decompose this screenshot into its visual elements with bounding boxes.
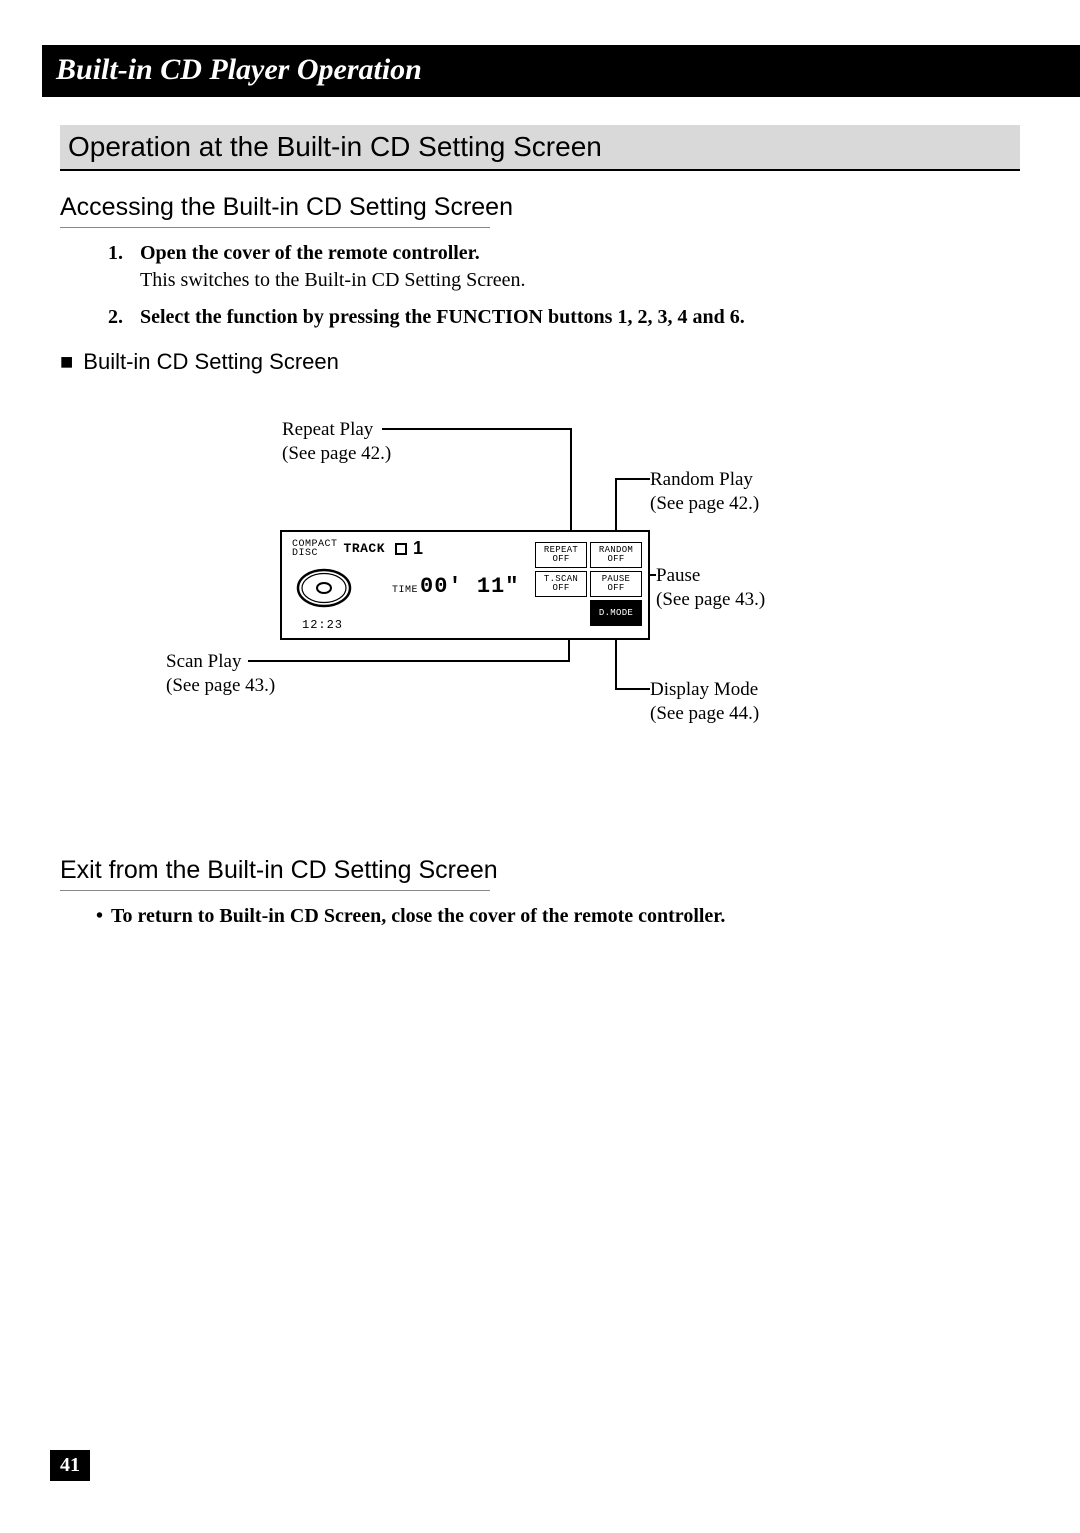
step-number: 1.: [108, 242, 136, 265]
leader-line: [382, 428, 572, 430]
lcd-compact-disc: CompactDisc: [292, 540, 338, 558]
cd-setting-diagram: Repeat Play (See page 42.) Random Play (…: [60, 400, 1020, 830]
page-number: 41: [50, 1450, 90, 1481]
lcd-top-row: CompactDisc TRACK 1: [292, 538, 424, 559]
chapter-title: Built-in CD Player Operation: [42, 45, 1080, 97]
section-title: Operation at the Built-in CD Setting Scr…: [60, 125, 1020, 171]
leader-line: [615, 478, 650, 480]
leader-line: [615, 688, 650, 690]
lcd-time: TIME 00' 11": [392, 574, 519, 599]
fx-tscan: T.SCANOFF: [535, 571, 587, 597]
leader-line: [570, 428, 572, 540]
subsection-accessing: Accessing the Built-in CD Setting Screen: [60, 193, 1020, 228]
fx-pause: PAUSEOFF: [590, 571, 642, 597]
step-1: 1. Open the cover of the remote controll…: [108, 242, 1020, 292]
lcd-track-label: TRACK: [344, 541, 386, 556]
callout-scan: Scan Play (See page 43.): [166, 650, 275, 698]
exit-bullet-text: To return to Built-in CD Screen, close t…: [111, 905, 725, 928]
fx-random: RANDOMOFF: [590, 542, 642, 568]
step-2: 2. Select the function by pressing the F…: [108, 306, 1020, 329]
screen-heading-text: Built-in CD Setting Screen: [83, 349, 339, 375]
screen-heading: ■ Built-in CD Setting Screen: [60, 349, 1020, 375]
step-desc: This switches to the Built-in CD Setting…: [140, 269, 1010, 292]
lcd-time-label: TIME: [392, 585, 418, 596]
leader-line: [248, 660, 570, 662]
square-bullet-icon: ■: [60, 351, 73, 373]
bullet-icon: •: [96, 905, 103, 928]
callout-repeat: Repeat Play (See page 42.): [282, 418, 391, 466]
lcd-track-number: 1: [413, 538, 424, 559]
step-number: 2.: [108, 306, 136, 329]
callout-display: Display Mode (See page 44.): [650, 678, 759, 726]
step-title: Open the cover of the remote controller.: [140, 242, 480, 264]
callout-random: Random Play (See page 42.): [650, 468, 759, 516]
subsection-exit: Exit from the Built-in CD Setting Screen: [60, 856, 1020, 891]
fx-repeat: REPEATOFF: [535, 542, 587, 568]
exit-bullet: • To return to Built-in CD Screen, close…: [96, 905, 1020, 928]
fx-dmode: D.MODE: [590, 600, 642, 626]
lcd-screen: CompactDisc TRACK 1 TIME 00' 11" 12:23 R…: [280, 530, 650, 640]
lcd-time-value: 00' 11": [420, 574, 519, 599]
lcd-clock: 12:23: [302, 618, 343, 632]
cd-disc-icon: [294, 564, 354, 612]
callout-pause: Pause (See page 43.): [656, 564, 765, 612]
step-title: Select the function by pressing the FUNC…: [140, 306, 745, 328]
lcd-function-grid: REPEATOFF RANDOMOFF T.SCANOFF PAUSEOFF D…: [535, 542, 642, 626]
lcd-track-box-icon: [395, 543, 407, 555]
